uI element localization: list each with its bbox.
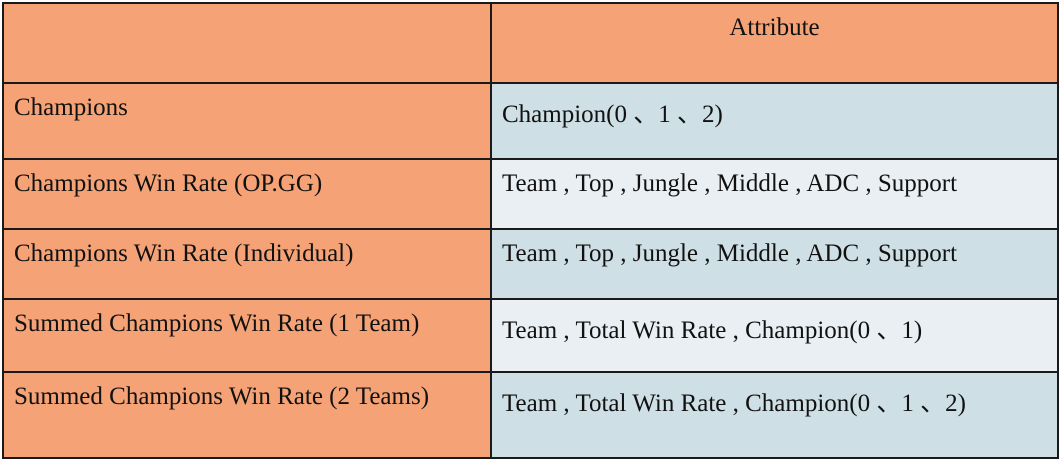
row-name-cell: Champions Win Rate (OP.GG) [2,158,492,230]
attribute-table: Attribute Champions Champion(0 、1 、2) Ch… [2,2,1059,459]
row-name-cell: Champions Win Rate (Individual) [2,228,492,300]
row-attribute-cell: Team , Total Win Rate , Champion(0 、1) [490,298,1059,373]
row-attribute-cell: Team , Total Win Rate , Champion(0 、1 、2… [490,371,1059,459]
header-attribute-cell: Attribute [490,2,1059,84]
table-header-row: Attribute [2,2,1059,84]
header-empty-cell [2,2,492,84]
table-row: Champions Champion(0 、1 、2) [2,82,1059,160]
table-row: Champions Win Rate (Individual) Team , T… [2,228,1059,300]
table-row: Summed Champions Win Rate (1 Team) Team … [2,298,1059,373]
row-name-cell: Summed Champions Win Rate (2 Teams) [2,371,492,459]
row-attribute-cell: Team , Top , Jungle , Middle , ADC , Sup… [490,228,1059,300]
row-attribute-cell: Team , Top , Jungle , Middle , ADC , Sup… [490,158,1059,230]
row-name-cell: Champions [2,82,492,160]
row-attribute-cell: Champion(0 、1 、2) [490,82,1059,160]
row-name-cell: Summed Champions Win Rate (1 Team) [2,298,492,373]
table-row: Champions Win Rate (OP.GG) Team , Top , … [2,158,1059,230]
table-row: Summed Champions Win Rate (2 Teams) Team… [2,371,1059,459]
